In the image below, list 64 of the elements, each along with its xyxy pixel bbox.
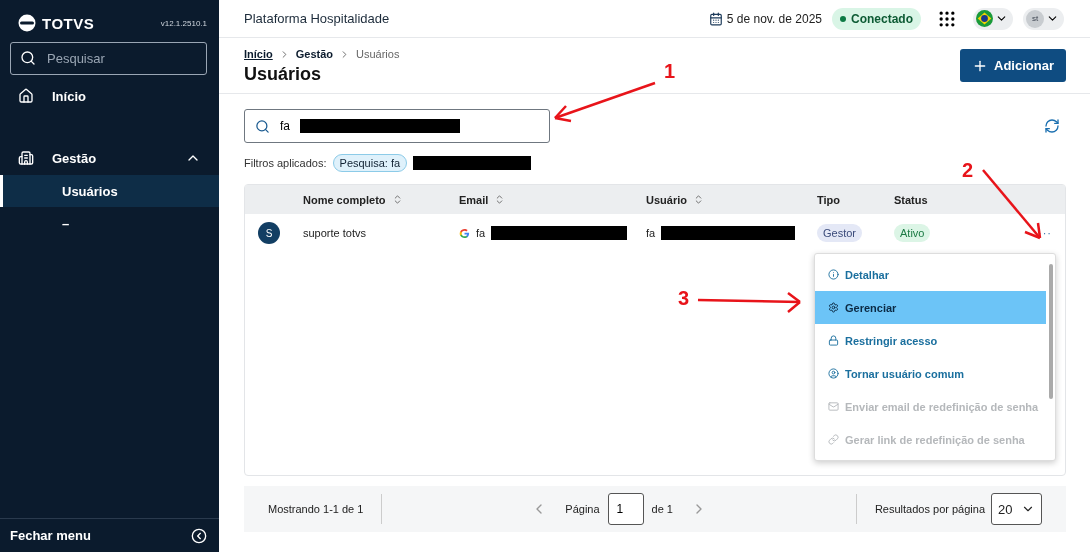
logo-icon: [18, 14, 36, 32]
breadcrumb-item: Gestão: [295, 48, 334, 60]
table-cell: fa: [476, 227, 486, 239]
nav-item[interactable]: Gestão: [0, 141, 219, 175]
nav-subitem[interactable]: –: [0, 207, 219, 239]
page-total: de 1: [651, 503, 673, 515]
building-icon: [18, 150, 34, 166]
type-tag: Gestor: [817, 224, 862, 242]
page-label: Página: [565, 503, 600, 515]
nav-subitem[interactable]: Usuários: [0, 175, 219, 207]
menu-item[interactable]: Gerenciar: [815, 291, 1046, 324]
menu-item[interactable]: Tornar usuário comum: [815, 357, 1046, 390]
link-icon: [828, 434, 839, 445]
column-header[interactable]: Usuário: [646, 193, 687, 206]
version-text: v12.1.2510.1: [160, 18, 207, 28]
search-icon: [20, 50, 36, 66]
gear-icon: [828, 302, 839, 313]
nav-item[interactable]: Início: [0, 79, 219, 113]
mail-icon: [828, 401, 839, 412]
search-icon: [255, 118, 270, 134]
breadcrumb-item: Usuários: [356, 48, 400, 60]
search-field[interactable]: fa: [244, 109, 550, 143]
flag-icon: [976, 10, 993, 27]
menu-item[interactable]: Restringir acesso: [815, 324, 1046, 357]
logo: TOTVS: [18, 14, 95, 32]
date-text: 5 de nov. de 2025: [708, 11, 822, 26]
page-title: Usuários: [244, 64, 323, 85]
search-field[interactable]: Pesquisar: [10, 42, 207, 75]
table-cell: fa: [646, 227, 656, 239]
per-page-select[interactable]: 20: [991, 493, 1042, 525]
app-title: Plataforma Hospitalidade: [244, 11, 391, 26]
page-input[interactable]: 1: [607, 493, 644, 525]
google-icon: [459, 227, 470, 239]
status-tag: Ativo: [894, 224, 931, 242]
lock-icon: [828, 335, 839, 346]
column-header: Status: [894, 193, 928, 206]
avatar: S: [258, 222, 280, 244]
annotation-number: 1: [664, 60, 676, 82]
annotation-number: 2: [962, 159, 974, 181]
status-badge: Conectado: [832, 7, 921, 30]
per-page-label: Resultados por página: [874, 503, 985, 515]
language-selector[interactable]: [973, 7, 1013, 30]
add-button[interactable]: Adicionar: [960, 49, 1066, 82]
table-cell-text: suporte totvs: [303, 227, 367, 239]
column-header[interactable]: Nome completo: [303, 193, 386, 206]
user-icon: [828, 368, 839, 379]
more-actions-button[interactable]: ···: [1025, 227, 1065, 239]
home-icon: [18, 88, 34, 104]
chevron-left-icon: [191, 527, 207, 544]
avatar: st: [1026, 9, 1044, 28]
filters-label: Filtros aplicados:: [244, 157, 327, 169]
filter-chip[interactable]: Pesquisa: fa: [332, 154, 408, 172]
breadcrumb-item[interactable]: Início: [244, 48, 273, 60]
calendar-icon: [708, 11, 723, 26]
annotation-number: 3: [678, 287, 690, 309]
column-header: Tipo: [817, 193, 840, 206]
info-icon: [828, 269, 839, 280]
menu-item[interactable]: Detalhar: [815, 258, 1046, 291]
search-value: fa: [280, 119, 290, 133]
annotation-arrow: [982, 169, 1042, 240]
user-menu[interactable]: st: [1023, 7, 1064, 30]
refresh-icon[interactable]: [1044, 118, 1060, 134]
results-count: Mostrando 1-1 de 1: [244, 494, 383, 524]
column-header[interactable]: Email: [459, 193, 489, 206]
